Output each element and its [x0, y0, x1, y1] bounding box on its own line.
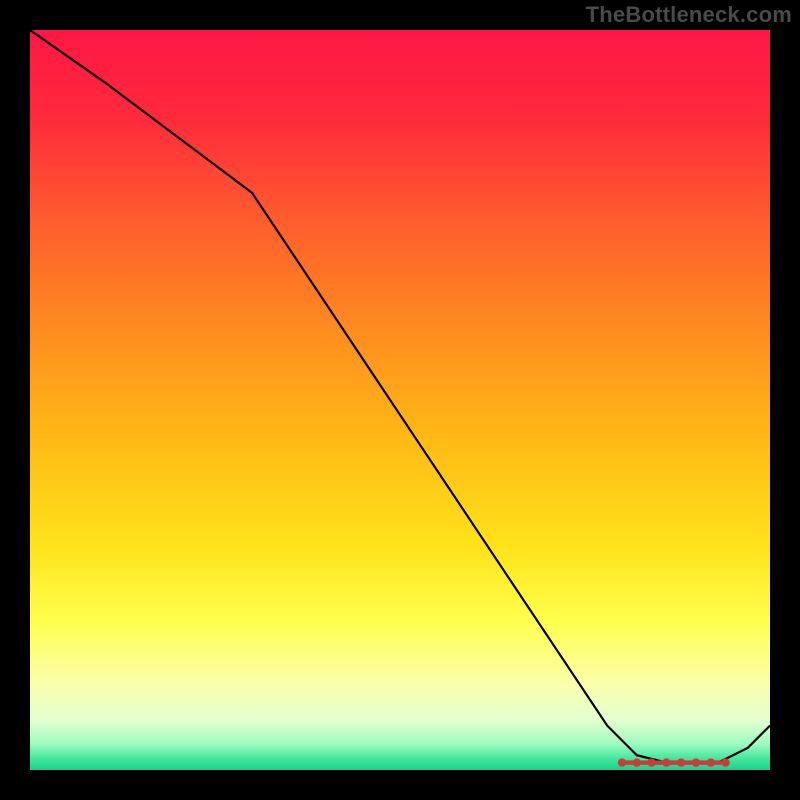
watermark-text: TheBottleneck.com: [586, 2, 792, 28]
chart-svg: [30, 30, 770, 770]
gradient-background: [30, 30, 770, 770]
chart-frame: TheBottleneck.com: [0, 0, 800, 800]
plot-area: [30, 30, 770, 770]
